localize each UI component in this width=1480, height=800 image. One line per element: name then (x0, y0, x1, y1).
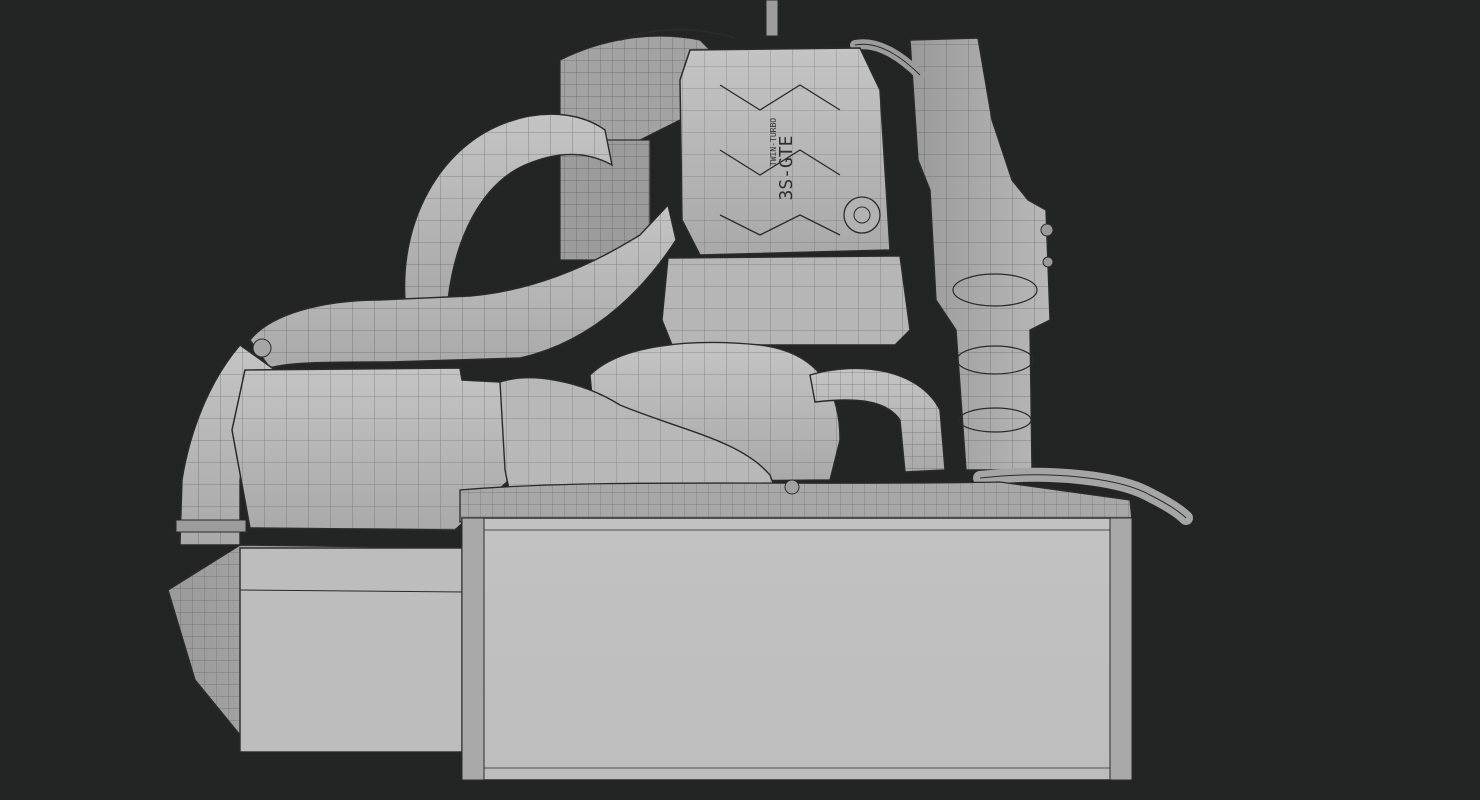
dipstick (765, 0, 779, 37)
engine-render: 3S-GTE TWIN-TURBO (0, 0, 1480, 800)
radiator (459, 479, 1133, 781)
radiator-cap (784, 479, 800, 495)
cam-cover-badge-text: TWIN-TURBO (769, 118, 778, 166)
oil-filler-cap (843, 196, 881, 234)
plenum-block (661, 255, 911, 346)
cam-cover-model-text: 3S-GTE (776, 135, 797, 200)
cam-cover: 3S-GTE TWIN-TURBO (679, 47, 891, 256)
